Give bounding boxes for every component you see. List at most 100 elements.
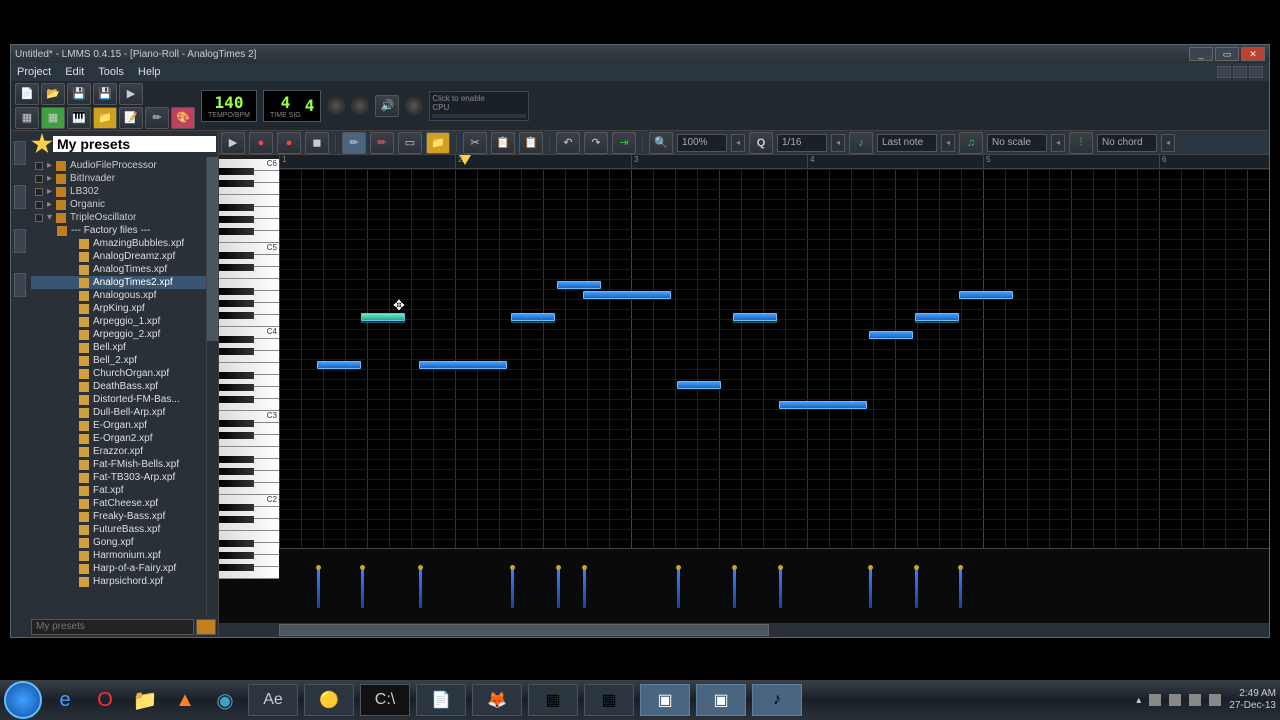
velocity-bar[interactable] (733, 568, 736, 608)
instrument-node[interactable]: ▸LB302 (31, 185, 216, 198)
preset-file[interactable]: AnalogTimes.xpf (31, 263, 216, 276)
preset-file[interactable]: Dull-Bell-Arp.xpf (31, 406, 216, 419)
start-button[interactable] (4, 681, 42, 719)
mdi-minimize-button[interactable] (1217, 66, 1231, 78)
menu-project[interactable]: Project (17, 66, 51, 78)
close-button[interactable]: ✕ (1241, 47, 1265, 61)
notelen-combo[interactable]: Last note (877, 134, 937, 152)
instrument-node[interactable]: ▸AudioFileProcessor (31, 159, 216, 172)
draw-tool[interactable]: ✏ (342, 132, 366, 154)
preset-file[interactable]: AnalogTimes2.xpf (31, 276, 216, 289)
browser-search-input[interactable] (31, 619, 194, 635)
undo-button[interactable]: ↶ (556, 132, 580, 154)
velocity-bar[interactable] (959, 568, 962, 608)
preset-file[interactable]: E-Organ2.xpf (31, 432, 216, 445)
preset-file[interactable]: Harmonium.xpf (31, 549, 216, 562)
taskbar-item-8[interactable]: ▣ (640, 684, 690, 716)
taskbar-vlc-icon[interactable]: ▲ (168, 685, 202, 715)
velocity-handle[interactable] (778, 565, 783, 570)
taskbar-ae-item[interactable]: Ae (248, 684, 298, 716)
tray-network-icon[interactable] (1189, 694, 1201, 706)
midi-note[interactable] (583, 291, 671, 299)
preset-file[interactable]: E-Organ.xpf (31, 419, 216, 432)
preset-file[interactable]: AnalogDreamz.xpf (31, 250, 216, 263)
notelen-spin[interactable]: ◂ (941, 134, 955, 152)
taskbar-opera-icon[interactable]: O (88, 685, 122, 715)
velocity-panel[interactable]: Note Volume: (219, 548, 1269, 623)
taskbar-item-9[interactable]: ▣ (696, 684, 746, 716)
taskbar-firefox-item[interactable]: 🦊 (472, 684, 522, 716)
preset-file[interactable]: Bell.xpf (31, 341, 216, 354)
velocity-bar[interactable] (583, 568, 586, 608)
record-play-button[interactable]: ● (277, 132, 301, 154)
timeline-button[interactable]: ⇥ (612, 132, 636, 154)
mdi-close-button[interactable] (1249, 66, 1263, 78)
velocity-handle[interactable] (868, 565, 873, 570)
taskbar-ie-icon[interactable]: e (48, 685, 82, 715)
preset-file[interactable]: Arpeggio_2.xpf (31, 328, 216, 341)
knob-3[interactable] (405, 97, 423, 115)
zoom-combo[interactable]: 100% (677, 134, 727, 152)
play-button[interactable]: ▶ (221, 132, 245, 154)
saveas-button[interactable]: 💾 (93, 83, 117, 105)
velocity-handle[interactable] (582, 565, 587, 570)
velocity-handle[interactable] (676, 565, 681, 570)
preset-file[interactable]: Freaky-Bass.xpf (31, 510, 216, 523)
cut-button[interactable]: ✂ (463, 132, 487, 154)
velocity-bar[interactable] (915, 568, 918, 608)
tray-icon-2[interactable] (1169, 694, 1181, 706)
automation-button[interactable]: 🎨 (171, 107, 195, 129)
scale-combo[interactable]: No scale (987, 134, 1047, 152)
velocity-bar[interactable] (779, 568, 782, 608)
sidetab-samples[interactable] (14, 185, 26, 209)
midi-note[interactable] (419, 361, 507, 369)
midi-note[interactable] (557, 281, 601, 289)
midi-note[interactable] (733, 313, 777, 321)
paste-button[interactable]: 📋 (519, 132, 543, 154)
taskbar-app1-icon[interactable]: ◉ (208, 685, 242, 715)
hq-button[interactable]: 🔊 (375, 95, 399, 117)
taskbar-item-6[interactable]: ▦ (528, 684, 578, 716)
system-tray[interactable]: ▴ 2:49 AM 27-Dec-13 (1136, 688, 1276, 712)
velocity-bar[interactable] (361, 568, 364, 608)
midi-note[interactable] (677, 381, 721, 389)
velocity-handle[interactable] (914, 565, 919, 570)
tray-expand-icon[interactable]: ▴ (1136, 695, 1141, 706)
notes-button[interactable]: 📝 (119, 107, 143, 129)
velocity-handle[interactable] (510, 565, 515, 570)
velocity-bar[interactable] (677, 568, 680, 608)
preset-file[interactable]: Gong.xpf (31, 536, 216, 549)
minimize-button[interactable]: _ (1189, 47, 1213, 61)
new-button[interactable]: 📄 (15, 83, 39, 105)
taskbar-clock[interactable]: 2:49 AM 27-Dec-13 (1229, 688, 1276, 712)
midi-note[interactable] (869, 331, 913, 339)
timeline-ruler[interactable]: 123456 (279, 155, 1269, 169)
midi-note[interactable] (915, 313, 959, 321)
detune-tool[interactable]: 📁 (426, 132, 450, 154)
copy-button[interactable]: 📋 (491, 132, 515, 154)
maximize-button[interactable]: ▭ (1215, 47, 1239, 61)
q-spin[interactable]: ◂ (831, 134, 845, 152)
preset-file[interactable]: Fat-FMish-Bells.xpf (31, 458, 216, 471)
horizontal-scrollbar[interactable] (219, 623, 1269, 637)
preset-file[interactable]: AmazingBubbles.xpf (31, 237, 216, 250)
tray-icon-1[interactable] (1149, 694, 1161, 706)
scale-spin[interactable]: ◂ (1051, 134, 1065, 152)
titlebar[interactable]: Untitled* - LMMS 0.4.15 - [Piano-Roll - … (11, 45, 1269, 63)
pianoroll-button[interactable]: 🎹 (67, 107, 91, 129)
cpu-meter[interactable]: Click to enable CPU (429, 91, 529, 121)
preset-file[interactable]: Harp-of-a-Fairy.xpf (31, 562, 216, 575)
zoom-spin[interactable]: ◂ (731, 134, 745, 152)
menu-tools[interactable]: Tools (98, 66, 124, 78)
taskbar-explorer-icon[interactable]: 📁 (128, 685, 162, 715)
mdi-restore-button[interactable] (1233, 66, 1247, 78)
preset-file[interactable]: Fat-TB303-Arp.xpf (31, 471, 216, 484)
export-button[interactable]: ▶ (119, 83, 143, 105)
menu-help[interactable]: Help (138, 66, 161, 78)
instrument-node[interactable]: ▸BitInvader (31, 172, 216, 185)
velocity-handle[interactable] (418, 565, 423, 570)
master-volume-knob[interactable] (327, 97, 345, 115)
save-button[interactable]: 💾 (67, 83, 91, 105)
select-tool[interactable]: ▭ (398, 132, 422, 154)
velocity-handle[interactable] (316, 565, 321, 570)
